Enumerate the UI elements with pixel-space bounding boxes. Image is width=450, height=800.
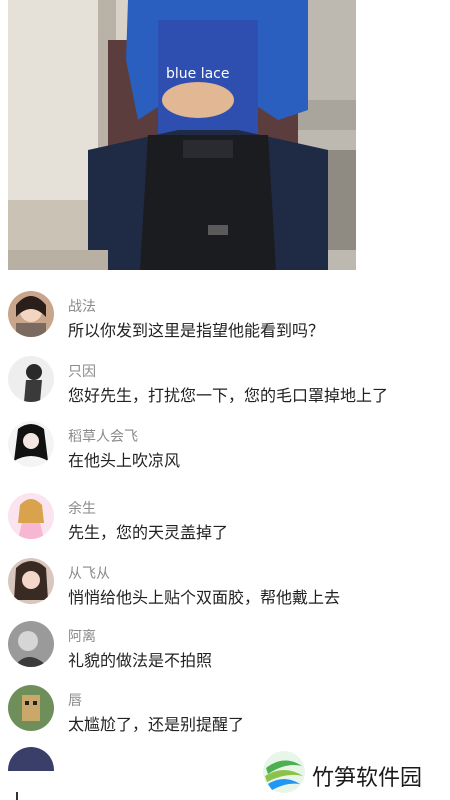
comment-text: 您好先生，打扰您一下，您的毛口罩掉地上了 xyxy=(68,386,389,405)
comment-text: 先生，您的天灵盖掉了 xyxy=(68,523,229,542)
watermark-text: 竹笋软件园 xyxy=(312,766,423,791)
bamboo-logo-icon xyxy=(263,751,305,793)
comment-item[interactable]: 唇 太尴尬了，还是别提醒了 xyxy=(0,682,450,747)
text-cursor xyxy=(16,792,18,800)
comment-author[interactable]: 稻草人会飞 xyxy=(68,426,138,446)
comment-list: 战法 所以你发到这里是指望他能看到吗？ 只因 您好先生，打扰您一下，您的毛口罩掉… xyxy=(0,288,450,771)
bag-print: blue lace xyxy=(166,66,230,82)
avatar[interactable] xyxy=(8,685,54,731)
comment-item[interactable]: 稻草人会飞 在他头上吹凉风 xyxy=(0,418,450,490)
comment-author[interactable]: 战法 xyxy=(68,296,96,316)
avatar[interactable] xyxy=(8,421,54,467)
avatar[interactable] xyxy=(8,493,54,539)
comment-author[interactable]: 只因 xyxy=(68,361,96,381)
watermark: 竹笋软件园 xyxy=(262,748,450,800)
comment-text: 在他头上吹凉风 xyxy=(68,451,181,470)
avatar[interactable] xyxy=(8,747,54,771)
comment-text: 所以你发到这里是指望他能看到吗？ xyxy=(68,321,325,340)
comment-author[interactable]: 唇 xyxy=(68,690,82,710)
comment-author[interactable]: 从飞从 xyxy=(68,563,110,583)
comment-item[interactable]: 从飞从 悄悄给他头上贴个双面胶，帮他戴上去 xyxy=(0,555,450,618)
comment-item[interactable]: 余生 先生，您的天灵盖掉了 xyxy=(0,490,450,555)
avatar[interactable] xyxy=(8,356,54,402)
comment-item[interactable]: 只因 您好先生，打扰您一下，您的毛口罩掉地上了 xyxy=(0,353,450,418)
comment-text: 太尴尬了，还是别提醒了 xyxy=(68,715,245,734)
comment-author[interactable]: 阿离 xyxy=(68,626,96,646)
avatar[interactable] xyxy=(8,291,54,337)
comment-item[interactable]: 阿离 礼貌的做法是不拍照 xyxy=(0,618,450,682)
avatar[interactable] xyxy=(8,621,54,667)
comment-author[interactable]: 余生 xyxy=(68,498,96,518)
comment-text: 礼貌的做法是不拍照 xyxy=(68,651,213,670)
post-photo[interactable]: blue lace xyxy=(8,0,356,270)
avatar[interactable] xyxy=(8,558,54,604)
comment-item[interactable]: 战法 所以你发到这里是指望他能看到吗？ xyxy=(0,288,450,353)
comment-text: 悄悄给他头上贴个双面胶，帮他戴上去 xyxy=(68,588,341,607)
